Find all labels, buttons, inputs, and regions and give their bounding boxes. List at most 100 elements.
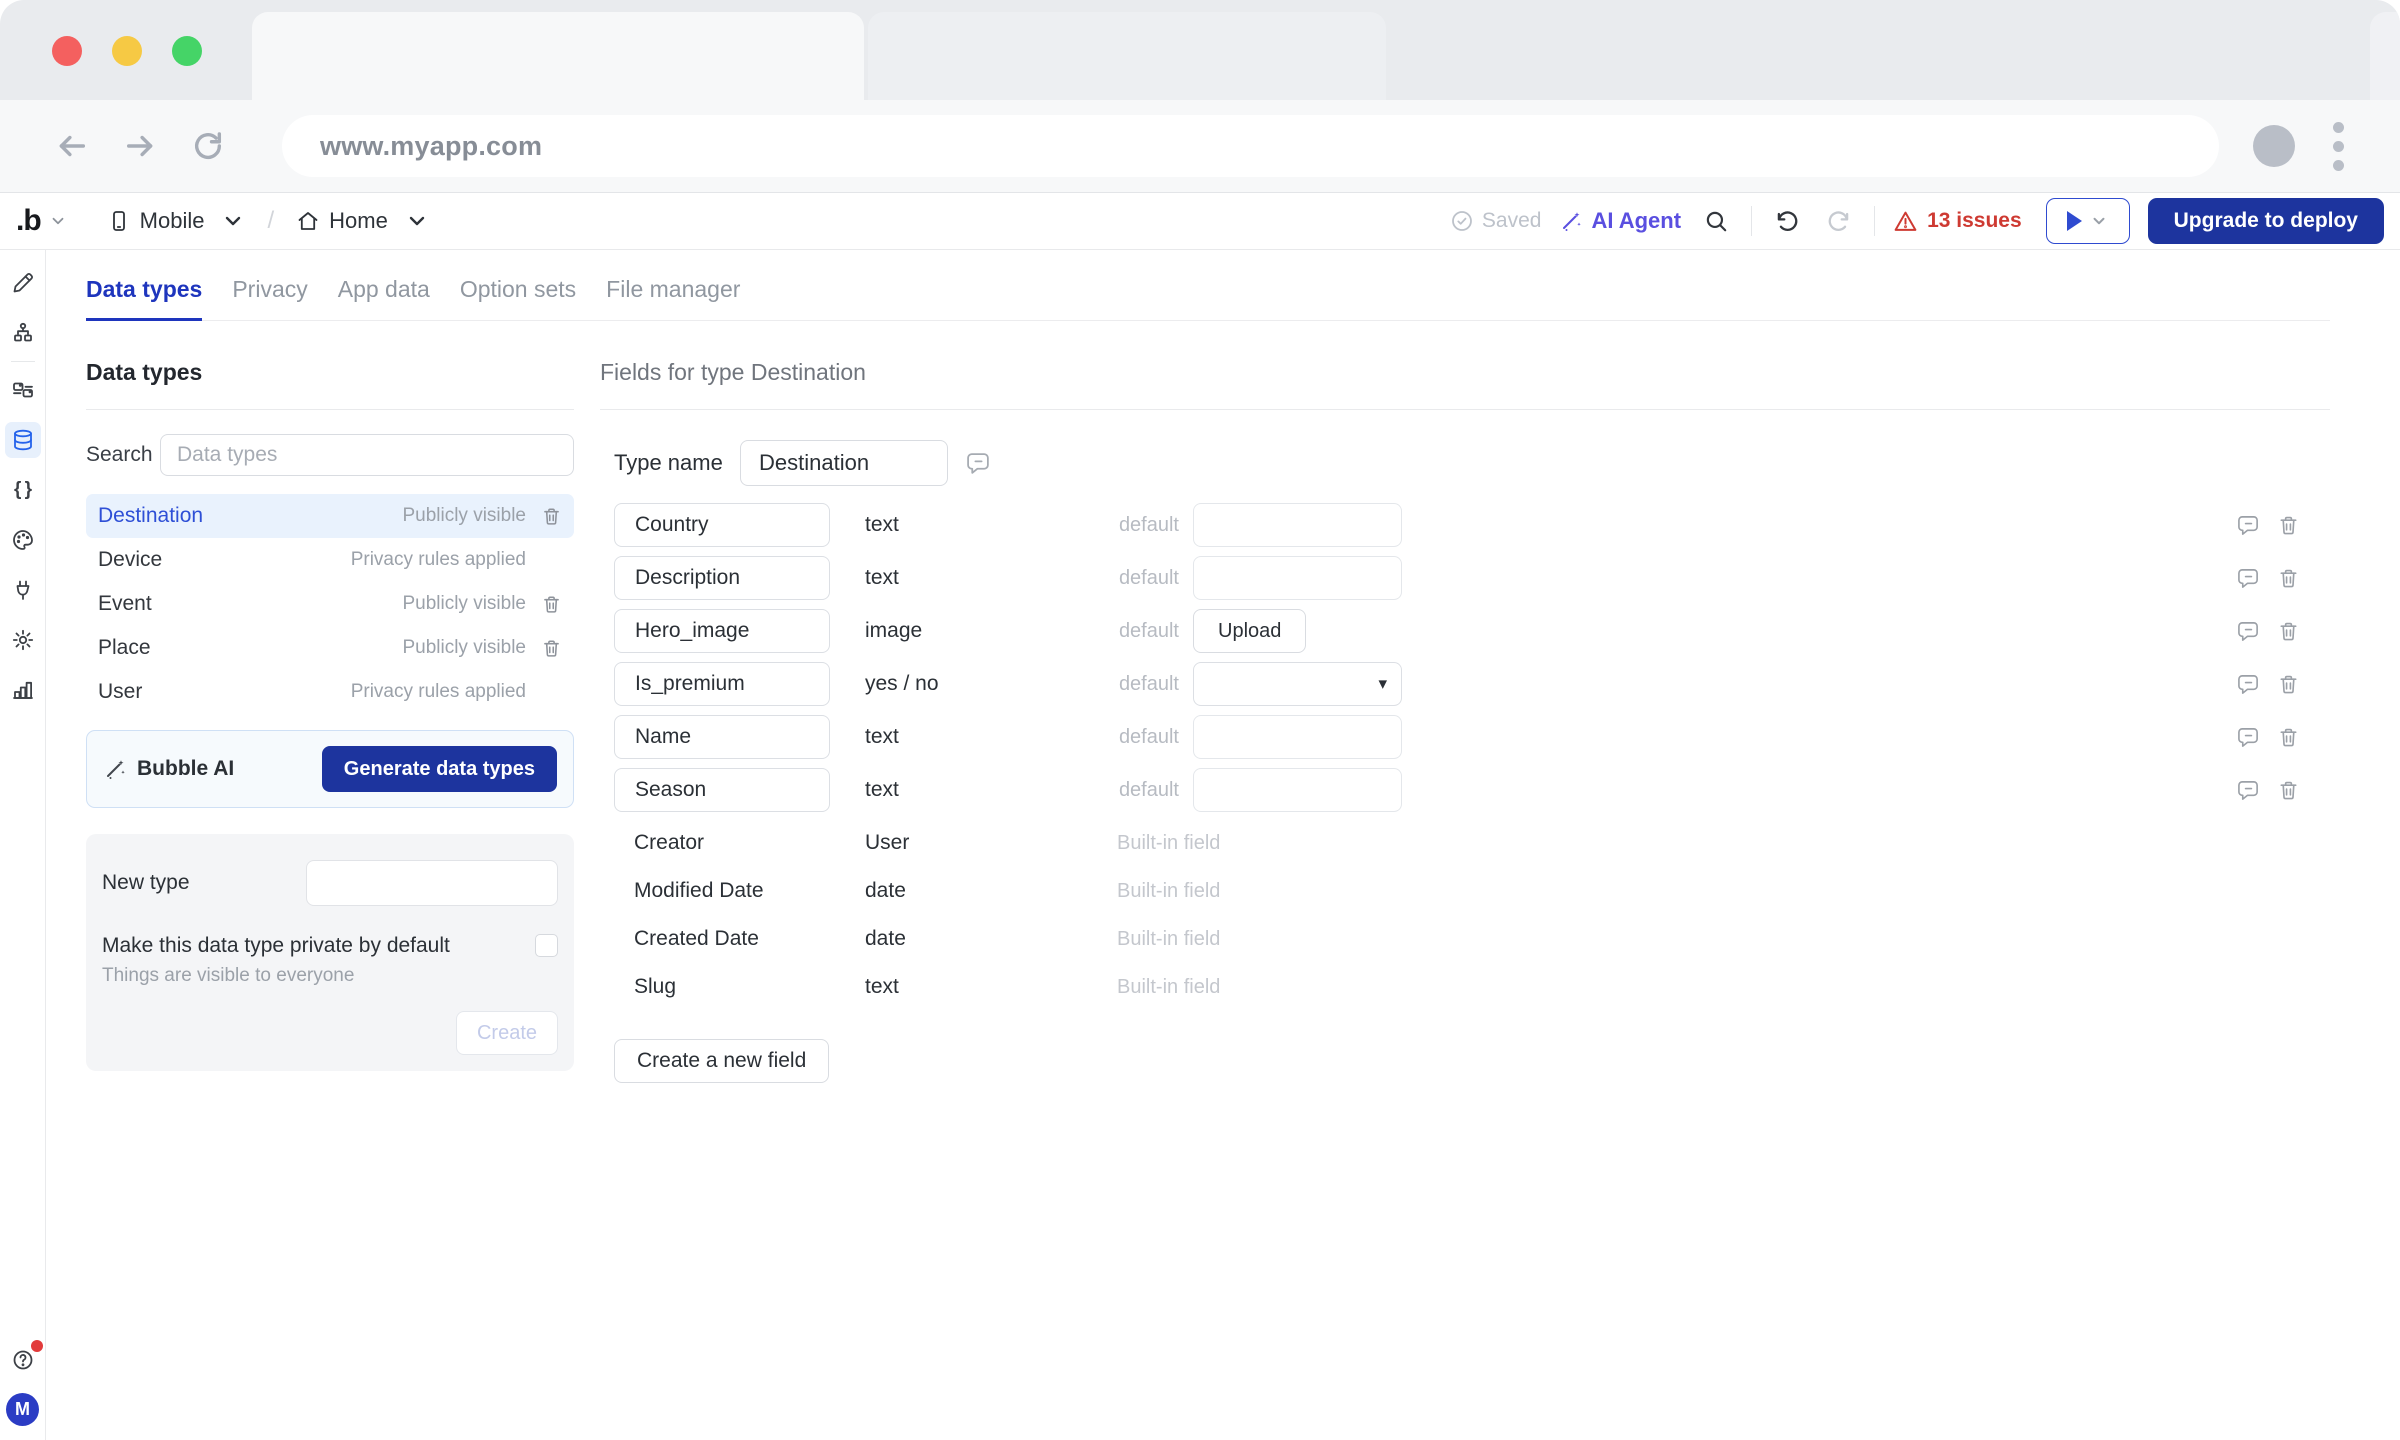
delete-type-icon[interactable] [526, 506, 562, 527]
delete-type-icon[interactable] [526, 638, 562, 659]
browser-tab-inactive[interactable] [868, 12, 1386, 100]
device-selector[interactable]: Mobile [107, 208, 246, 234]
field-note-icon[interactable] [2237, 620, 2260, 643]
preview-button[interactable] [2046, 198, 2130, 244]
close-window-button[interactable] [52, 36, 82, 66]
create-new-field-button[interactable]: Create a new field [614, 1039, 829, 1083]
maximize-window-button[interactable] [172, 36, 202, 66]
field-row-slug: Slug text Built-in field [600, 965, 2330, 1009]
tab-privacy[interactable]: Privacy [232, 276, 307, 321]
data-type-row-device[interactable]: Device Privacy rules applied [86, 538, 574, 582]
search-input[interactable] [160, 434, 574, 476]
browser-tab-active[interactable] [252, 12, 864, 100]
builtin-field-label: Built-in field [1117, 928, 1220, 951]
field-name-input[interactable] [614, 609, 830, 653]
logs-chart-icon[interactable] [5, 672, 41, 708]
styles-palette-icon[interactable] [5, 522, 41, 558]
type-note-icon[interactable] [966, 451, 991, 476]
field-delete-icon[interactable] [2277, 779, 2300, 802]
field-name-input[interactable] [614, 715, 830, 759]
visibility-badge: Publicly visible [402, 593, 526, 615]
back-icon[interactable] [52, 126, 92, 166]
reload-icon[interactable] [188, 126, 228, 166]
data-type-row-place[interactable]: Place Publicly visible [86, 626, 574, 670]
private-by-default-checkbox[interactable] [535, 934, 558, 957]
builtin-field-label: Built-in field [1117, 976, 1220, 999]
url-bar[interactable]: www.myapp.com [282, 115, 2219, 177]
issues-button[interactable]: 13 issues [1893, 209, 2022, 234]
help-icon[interactable] [5, 1342, 41, 1378]
field-note-icon[interactable] [2237, 779, 2260, 802]
default-value-input[interactable] [1193, 768, 1402, 812]
create-type-button[interactable]: Create [456, 1011, 558, 1055]
ai-agent-button[interactable]: AI Agent [1559, 208, 1681, 234]
delete-type-icon[interactable] [526, 594, 562, 615]
toolbar-divider [1751, 206, 1752, 236]
settings-gear-icon[interactable] [5, 622, 41, 658]
field-note-icon[interactable] [2237, 726, 2260, 749]
upgrade-to-deploy-button[interactable]: Upgrade to deploy [2148, 198, 2384, 244]
tab-file-manager[interactable]: File manager [606, 276, 740, 321]
new-type-input[interactable] [306, 860, 558, 906]
data-type-row-user[interactable]: User Privacy rules applied [86, 670, 574, 714]
field-delete-icon[interactable] [2277, 620, 2300, 643]
field-delete-icon[interactable] [2277, 514, 2300, 537]
field-name-input[interactable] [614, 662, 830, 706]
default-dropdown[interactable]: ▾ [1193, 662, 1402, 706]
caret-down-icon: ▾ [1378, 674, 1387, 694]
tab-strip-corner [2370, 12, 2400, 100]
type-name-input[interactable] [740, 440, 948, 486]
field-delete-icon[interactable] [2277, 567, 2300, 590]
field-name-input[interactable] [614, 768, 830, 812]
default-value-input[interactable] [1193, 556, 1402, 600]
type-name-row: Type name [600, 440, 2330, 486]
design-pencil-icon[interactable] [5, 265, 41, 301]
upload-button[interactable]: Upload [1193, 609, 1306, 653]
tab-data-types[interactable]: Data types [86, 276, 202, 321]
ai-agent-label: AI Agent [1591, 208, 1681, 234]
page-chevron-down-icon [405, 209, 429, 233]
pages-icon[interactable] [5, 372, 41, 408]
plugins-plug-icon[interactable] [5, 572, 41, 608]
browser-menu-icon[interactable] [2329, 118, 2348, 175]
minimize-window-button[interactable] [112, 36, 142, 66]
page-selector[interactable]: Home [296, 208, 429, 234]
browser-profile-avatar[interactable] [2253, 125, 2295, 167]
tab-option-sets[interactable]: Option sets [460, 276, 576, 321]
user-avatar[interactable]: M [6, 1393, 39, 1426]
mobile-icon [107, 209, 131, 233]
builtin-field-label: Built-in field [1117, 832, 1220, 855]
logo-chevron-down-icon[interactable] [49, 212, 67, 230]
generate-data-types-button[interactable]: Generate data types [322, 746, 557, 792]
field-note-icon[interactable] [2237, 567, 2260, 590]
field-delete-icon[interactable] [2277, 673, 2300, 696]
forward-icon[interactable] [120, 126, 160, 166]
notification-dot [31, 1340, 43, 1352]
new-type-card: New type Make this data type private by … [86, 834, 574, 1071]
field-name-input[interactable] [614, 503, 830, 547]
fields-panel: Fields for type Destination Type name te… [600, 359, 2330, 1083]
field-delete-icon[interactable] [2277, 726, 2300, 749]
field-list: text default text default [600, 503, 2330, 1009]
data-type-row-destination[interactable]: Destination Publicly visible [86, 494, 574, 538]
field-note-icon[interactable] [2237, 673, 2260, 696]
undo-icon[interactable] [1770, 204, 1804, 238]
default-value-input[interactable] [1193, 715, 1402, 759]
private-by-default-label: Make this data type private by default [102, 934, 450, 958]
workflow-icon[interactable] [5, 315, 41, 351]
default-value-input[interactable] [1193, 503, 1402, 547]
field-type: text [865, 975, 1105, 999]
search-icon[interactable] [1699, 204, 1733, 238]
bubble-ai-card: Bubble AI Generate data types [86, 730, 574, 808]
bubble-logo[interactable]: .b [16, 204, 41, 238]
backend-braces-icon[interactable]: { } [5, 472, 41, 508]
field-row-created-date: Created Date date Built-in field [600, 917, 2330, 961]
editor-topbar: .b Mobile / Home Saved AI [0, 193, 2400, 250]
data-database-icon[interactable] [5, 422, 41, 458]
field-note-icon[interactable] [2237, 514, 2260, 537]
redo-icon[interactable] [1822, 204, 1856, 238]
field-name-input[interactable] [614, 556, 830, 600]
visibility-badge: Publicly visible [402, 637, 526, 659]
tab-app-data[interactable]: App data [338, 276, 430, 321]
data-type-row-event[interactable]: Event Publicly visible [86, 582, 574, 626]
